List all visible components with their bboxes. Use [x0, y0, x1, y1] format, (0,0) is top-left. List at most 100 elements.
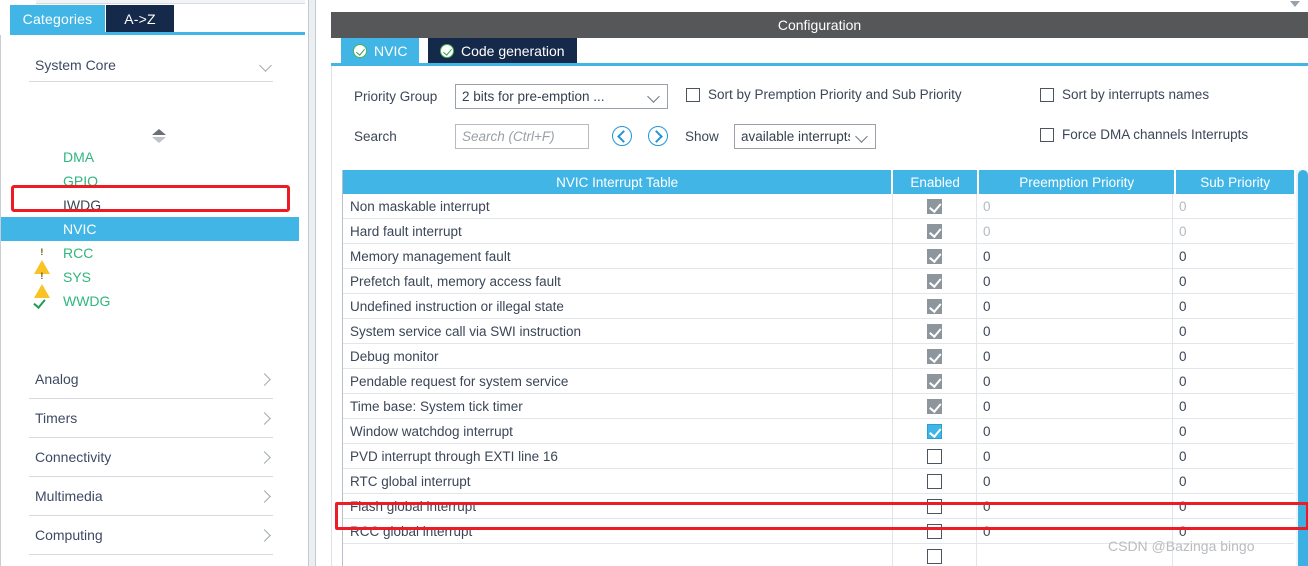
sort-updown-icon[interactable]	[152, 129, 167, 143]
enabled-cell[interactable]	[893, 269, 977, 293]
enabled-cell[interactable]	[893, 494, 977, 518]
enabled-checkbox[interactable]	[927, 498, 942, 514]
table-row[interactable]: Memory management fault 0 0	[343, 244, 1294, 269]
table-column-header[interactable]: Preemption Priority	[979, 170, 1175, 194]
panel-divider[interactable]	[305, 0, 323, 566]
table-scrollbar-thumb[interactable]	[1298, 170, 1308, 566]
enabled-checkbox[interactable]	[927, 298, 942, 314]
enabled-checkbox[interactable]	[927, 348, 942, 364]
tab-a-to-z[interactable]: A->Z	[106, 5, 174, 32]
group-header-connectivity[interactable]: Connectivity	[29, 438, 273, 477]
sub-priority-cell[interactable]: 0	[1173, 394, 1291, 418]
table-row[interactable]: Pendable request for system service 0 0	[343, 369, 1294, 394]
sub-priority-cell[interactable]: 0	[1173, 444, 1291, 468]
table-row[interactable]: RTC global interrupt 0 0	[343, 469, 1294, 494]
priority-group-select[interactable]: 2 bits for pre-emption ...	[455, 84, 668, 109]
table-column-header[interactable]: Sub Priority	[1176, 170, 1294, 194]
preemption-priority-cell[interactable]: 0	[977, 469, 1173, 493]
enabled-checkbox[interactable]	[927, 448, 942, 464]
enabled-checkbox[interactable]	[927, 248, 942, 264]
preemption-priority-cell[interactable]: 0	[977, 294, 1173, 318]
preemption-priority-cell[interactable]: 0	[977, 394, 1173, 418]
group-header-system-core[interactable]: System Core	[29, 48, 273, 82]
sidebar-item-dma[interactable]: DMA	[1, 145, 299, 169]
tab-code-generation[interactable]: Code generation	[428, 38, 577, 64]
sub-priority-cell[interactable]: 0	[1173, 269, 1291, 293]
table-row[interactable]: Debug monitor 0 0	[343, 344, 1294, 369]
enabled-checkbox[interactable]	[927, 323, 942, 339]
sub-priority-cell[interactable]: 0	[1173, 469, 1291, 493]
enabled-cell[interactable]	[893, 544, 977, 566]
sub-priority-cell[interactable]: 0	[1173, 194, 1291, 218]
enabled-cell[interactable]	[893, 369, 977, 393]
sub-priority-cell[interactable]: 0	[1173, 319, 1291, 343]
preemption-priority-cell[interactable]: 0	[977, 244, 1173, 268]
enabled-cell[interactable]	[893, 444, 977, 468]
tab-categories[interactable]: Categories	[10, 5, 105, 32]
preemption-priority-cell[interactable]: 0	[977, 344, 1173, 368]
preemption-priority-cell[interactable]: 0	[977, 269, 1173, 293]
group-header-multimedia[interactable]: Multimedia	[29, 477, 273, 516]
table-row[interactable]: PVD interrupt through EXTI line 16 0 0	[343, 444, 1294, 469]
enabled-checkbox[interactable]	[927, 223, 942, 239]
force-dma-checkbox[interactable]: Force DMA channels Interrupts	[1040, 127, 1248, 142]
preemption-priority-cell[interactable]: 0	[977, 194, 1173, 218]
preemption-priority-cell[interactable]: 0	[977, 319, 1173, 343]
enabled-cell[interactable]	[893, 319, 977, 343]
sub-priority-cell[interactable]: 0	[1173, 219, 1291, 243]
group-header-computing[interactable]: Computing	[29, 516, 273, 555]
enabled-cell[interactable]	[893, 394, 977, 418]
preemption-priority-cell[interactable]: 0	[977, 494, 1173, 518]
sub-priority-cell[interactable]: 0	[1173, 244, 1291, 268]
table-row[interactable]: System service call via SWI instruction 0…	[343, 319, 1294, 344]
enabled-checkbox[interactable]	[927, 523, 942, 539]
sub-priority-cell[interactable]: 0	[1173, 294, 1291, 318]
enabled-checkbox[interactable]	[927, 548, 942, 564]
table-row[interactable]: Window watchdog interrupt 0 0	[343, 419, 1294, 444]
sidebar-item-wwdg[interactable]: WWDG	[1, 289, 299, 313]
enabled-checkbox[interactable]	[927, 198, 942, 214]
enabled-cell[interactable]	[893, 344, 977, 368]
chevron-left-circle-icon[interactable]	[612, 126, 632, 146]
sidebar-item-gpio[interactable]: GPIO	[1, 169, 299, 193]
table-row[interactable]: Flash global interrupt 0 0	[343, 494, 1294, 519]
preemption-priority-cell[interactable]: 0	[977, 369, 1173, 393]
table-row[interactable]: Undefined instruction or illegal state 0 0	[343, 294, 1294, 319]
preemption-priority-cell[interactable]: 0	[977, 219, 1173, 243]
enabled-cell[interactable]	[893, 194, 977, 218]
chevron-right-circle-icon[interactable]	[648, 126, 668, 146]
table-row[interactable]: Hard fault interrupt 0 0	[343, 219, 1294, 244]
enabled-checkbox[interactable]	[927, 398, 942, 414]
sidebar-item-nvic[interactable]: NVIC	[1, 217, 299, 241]
enabled-cell[interactable]	[893, 294, 977, 318]
sort-interrupt-names-checkbox[interactable]: Sort by interrupts names	[1040, 87, 1209, 102]
sub-priority-cell[interactable]: 0	[1173, 344, 1291, 368]
show-filter-select[interactable]: available interrupts	[734, 124, 876, 149]
table-column-header[interactable]: Enabled	[893, 170, 977, 194]
enabled-checkbox[interactable]	[927, 473, 942, 489]
enabled-cell[interactable]	[893, 519, 977, 543]
sidebar-item-rcc[interactable]: RCC	[1, 241, 299, 274]
sidebar-item-iwdg[interactable]: IWDG	[1, 193, 299, 217]
enabled-cell[interactable]	[893, 244, 977, 268]
table-row[interactable]: Prefetch fault, memory access fault 0 0	[343, 269, 1294, 294]
enabled-cell[interactable]	[893, 219, 977, 243]
enabled-checkbox[interactable]	[927, 273, 942, 289]
preemption-priority-cell[interactable]: 0	[977, 419, 1173, 443]
table-column-header[interactable]: NVIC Interrupt Table	[343, 170, 892, 194]
enabled-cell[interactable]	[893, 469, 977, 493]
group-header-analog[interactable]: Analog	[29, 360, 273, 399]
enabled-checkbox[interactable]	[927, 373, 942, 389]
group-header-timers[interactable]: Timers	[29, 399, 273, 438]
table-scrollbar[interactable]	[1296, 170, 1308, 566]
search-input[interactable]: Search (Ctrl+F)	[455, 124, 589, 149]
enabled-checkbox[interactable]	[927, 423, 942, 439]
sub-priority-cell[interactable]: 0	[1173, 419, 1291, 443]
sort-preemption-checkbox[interactable]: Sort by Premption Priority and Sub Prior…	[686, 87, 962, 102]
table-row[interactable]: Non maskable interrupt 0 0	[343, 194, 1294, 219]
window-scroll-arrow[interactable]	[1288, 0, 1308, 10]
sub-priority-cell[interactable]: 0	[1173, 494, 1291, 518]
sidebar-item-sys[interactable]: SYS	[1, 265, 299, 298]
sub-priority-cell[interactable]: 0	[1173, 369, 1291, 393]
enabled-cell[interactable]	[893, 419, 977, 443]
